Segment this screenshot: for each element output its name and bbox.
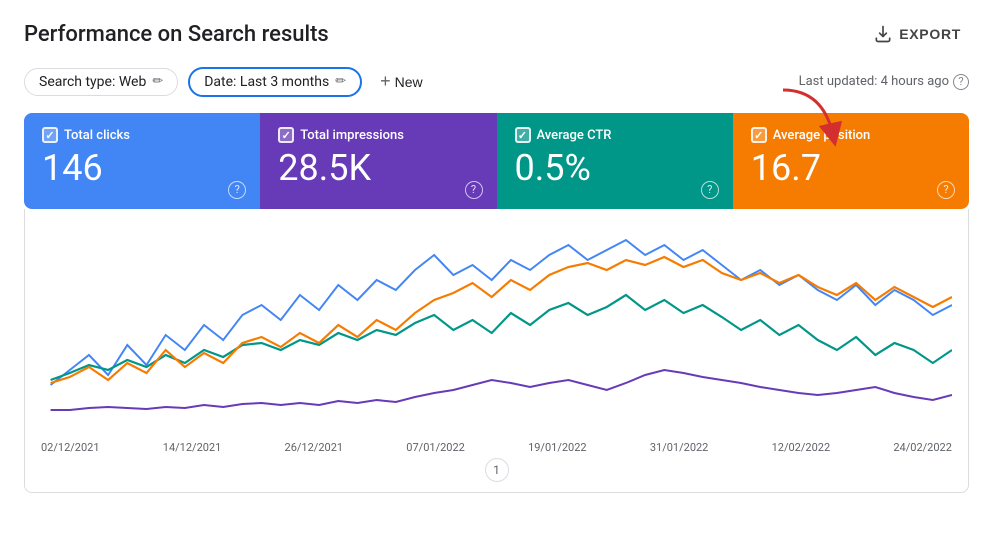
search-type-filter[interactable]: Search type: Web ✏ bbox=[24, 68, 178, 96]
new-filter-button[interactable]: + New bbox=[372, 66, 431, 97]
performance-chart bbox=[41, 225, 952, 435]
date-filter[interactable]: Date: Last 3 months ✏ bbox=[188, 67, 362, 97]
metric-card-impressions[interactable]: Total impressions 28.5K ? bbox=[260, 113, 496, 209]
x-label-4: 19/01/2022 bbox=[528, 441, 587, 454]
metric-checkbox-ctr[interactable] bbox=[515, 127, 531, 143]
metrics-row: Total clicks 146 ? Total impressions 28.… bbox=[24, 113, 969, 209]
chart-container bbox=[41, 225, 952, 435]
pencil-icon: ✏ bbox=[152, 74, 163, 89]
x-label-7: 24/02/2022 bbox=[893, 441, 952, 454]
metric-card-position[interactable]: Average position 16.7 ? bbox=[733, 113, 969, 209]
page-indicator[interactable]: 1 bbox=[485, 458, 509, 482]
x-label-3: 07/01/2022 bbox=[406, 441, 465, 454]
metric-help-position[interactable]: ? bbox=[937, 181, 955, 199]
pencil-icon: ✏ bbox=[335, 74, 346, 89]
metric-checkbox-impressions[interactable] bbox=[278, 127, 294, 143]
plus-icon: + bbox=[380, 71, 391, 92]
x-label-2: 26/12/2021 bbox=[285, 441, 344, 454]
help-icon[interactable]: ? bbox=[953, 74, 969, 90]
metric-value-clicks: 146 bbox=[42, 149, 242, 189]
export-button[interactable]: EXPORT bbox=[865, 20, 969, 48]
metric-label-impressions: Total impressions bbox=[300, 128, 404, 143]
chart-section: 02/12/2021 14/12/2021 26/12/2021 07/01/2… bbox=[24, 209, 969, 493]
metric-label-ctr: Average CTR bbox=[537, 128, 612, 143]
x-axis-labels: 02/12/2021 14/12/2021 26/12/2021 07/01/2… bbox=[41, 435, 952, 454]
x-label-5: 31/01/2022 bbox=[650, 441, 709, 454]
metric-card-ctr[interactable]: Average CTR 0.5% ? bbox=[497, 113, 733, 209]
metric-checkbox-position[interactable] bbox=[751, 127, 767, 143]
metric-help-ctr[interactable]: ? bbox=[701, 181, 719, 199]
page-title: Performance on Search results bbox=[24, 22, 329, 47]
x-label-0: 02/12/2021 bbox=[41, 441, 100, 454]
metric-label-clicks: Total clicks bbox=[64, 128, 130, 143]
x-label-6: 12/02/2022 bbox=[772, 441, 831, 454]
metric-value-position: 16.7 bbox=[751, 149, 951, 189]
filters-row: Search type: Web ✏ Date: Last 3 months ✏… bbox=[24, 66, 969, 97]
metric-value-impressions: 28.5K bbox=[278, 149, 478, 189]
metric-help-impressions[interactable]: ? bbox=[465, 181, 483, 199]
metric-card-total-clicks[interactable]: Total clicks 146 ? bbox=[24, 113, 260, 209]
metric-label-position: Average position bbox=[773, 128, 871, 143]
x-label-1: 14/12/2021 bbox=[163, 441, 222, 454]
metric-help-clicks[interactable]: ? bbox=[228, 181, 246, 199]
last-updated: Last updated: 4 hours ago ? bbox=[799, 74, 969, 90]
export-icon bbox=[873, 24, 893, 44]
metric-checkbox-clicks[interactable] bbox=[42, 127, 58, 143]
metric-value-ctr: 0.5% bbox=[515, 149, 715, 189]
